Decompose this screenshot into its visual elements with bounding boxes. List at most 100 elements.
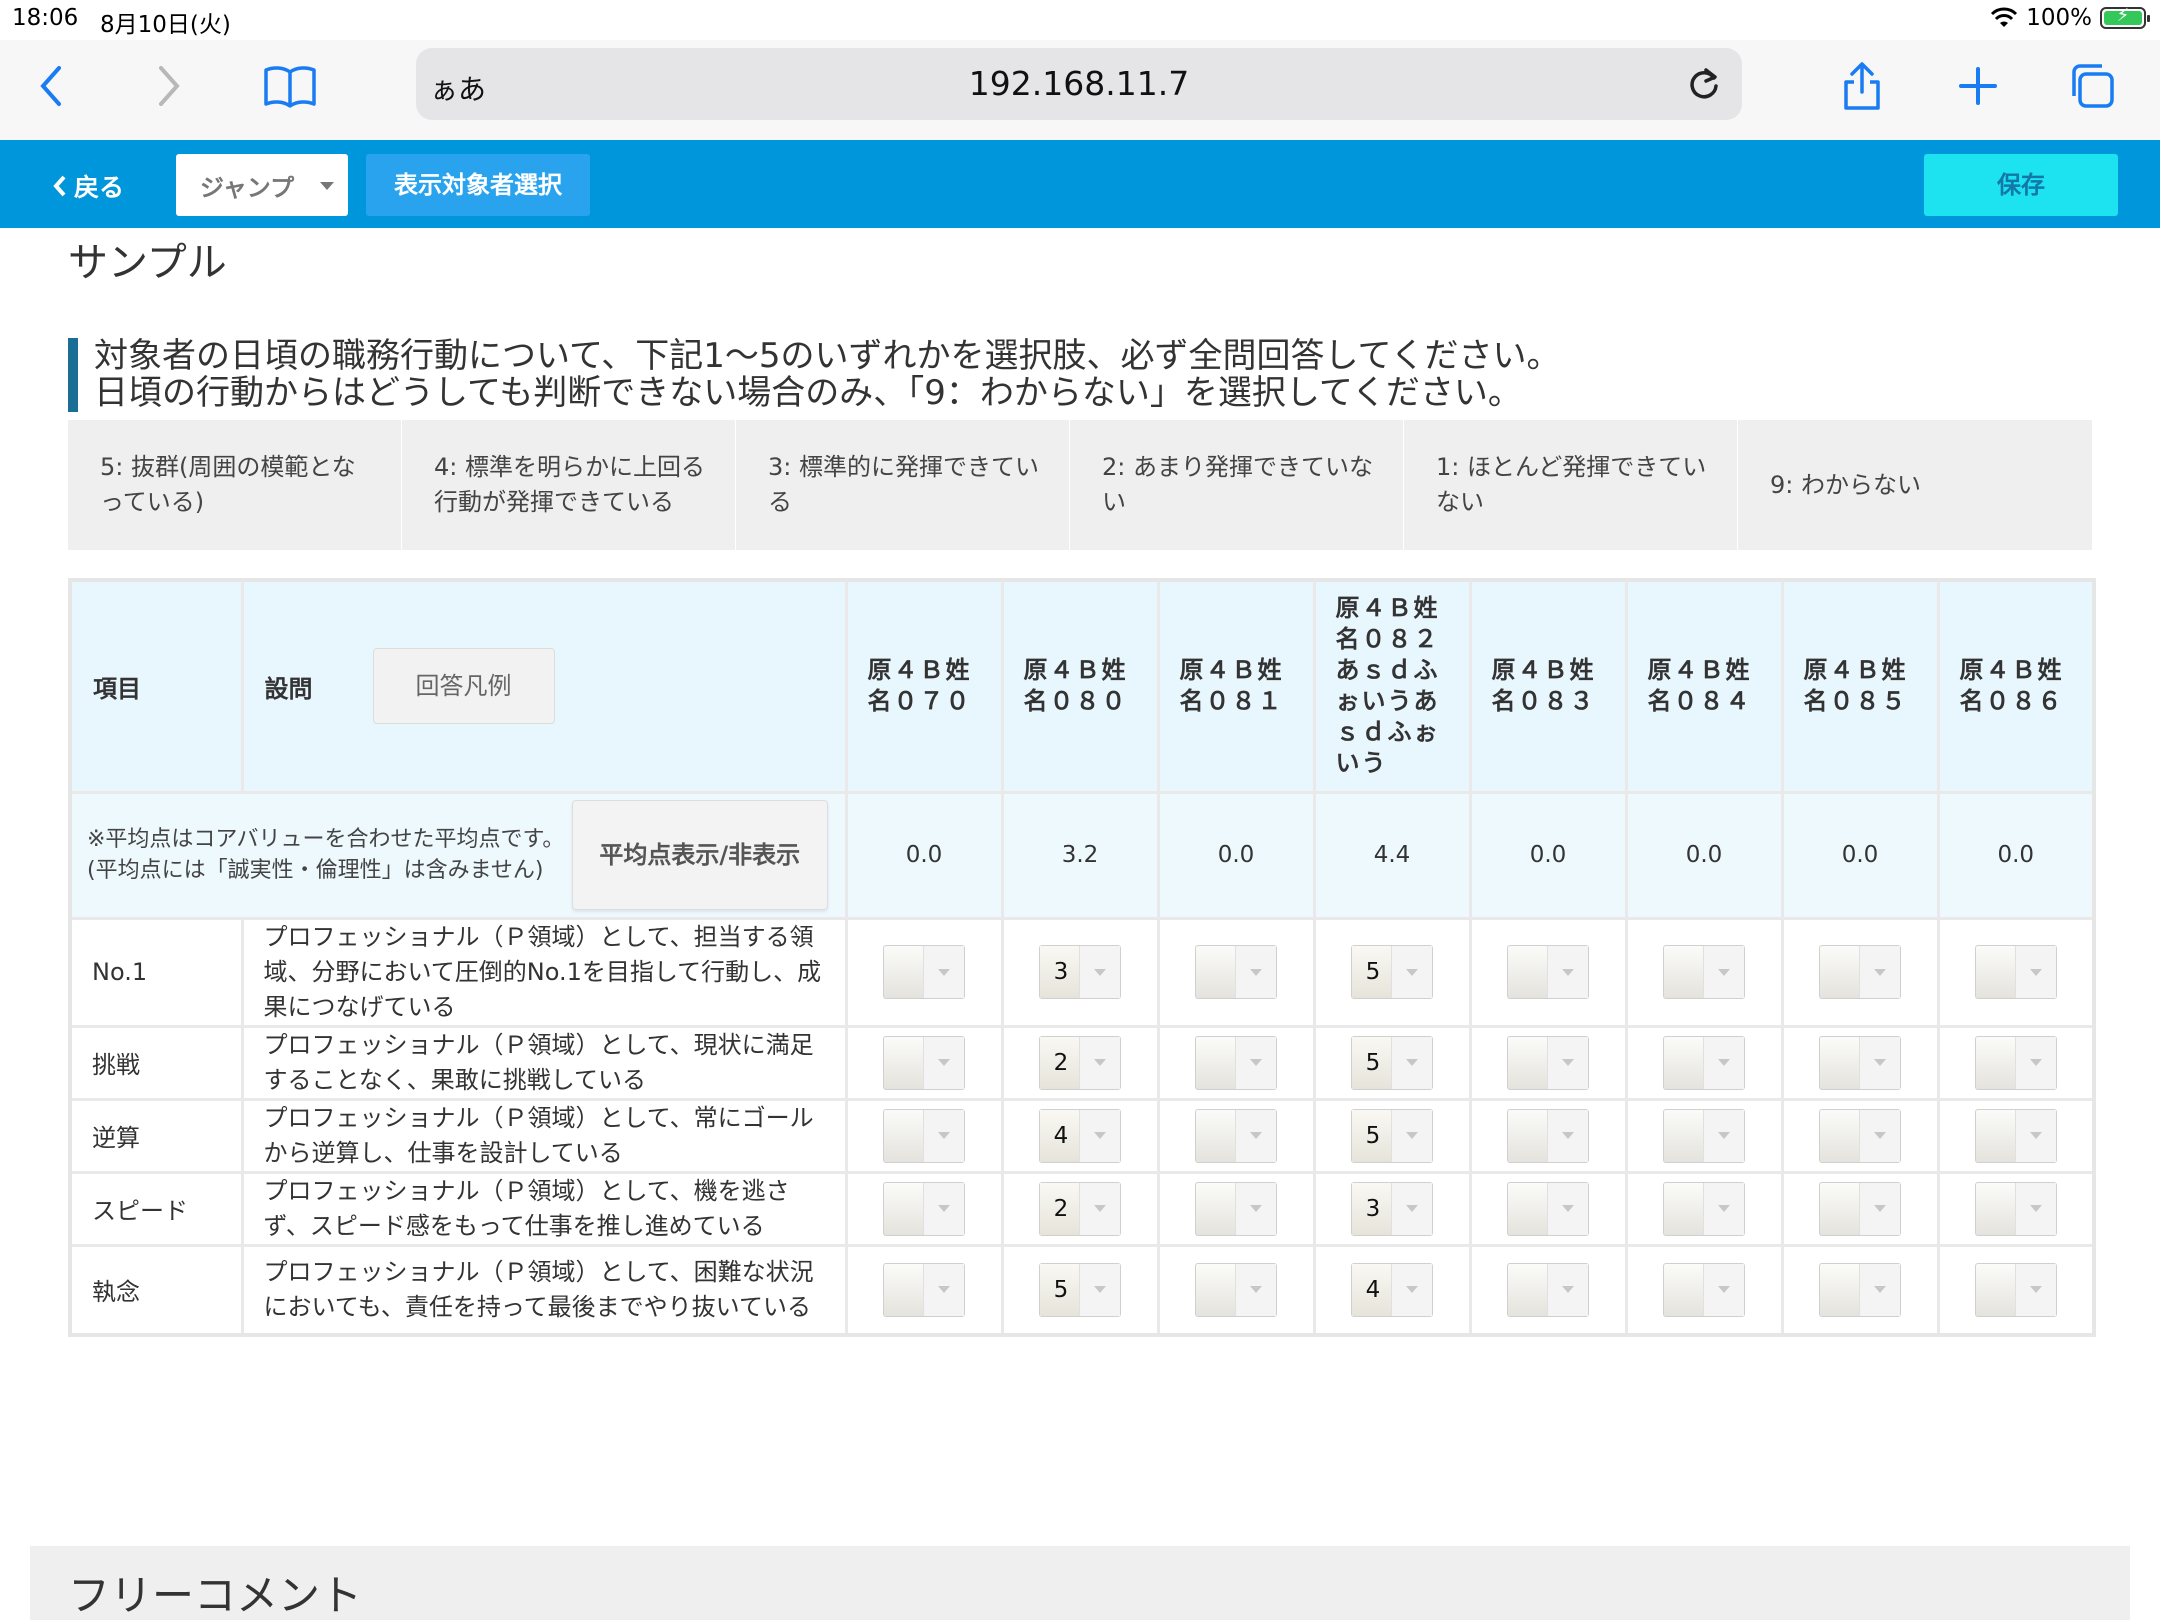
answer-select[interactable] [1974,1181,2057,1236]
scale-legend-item: 1: ほとんど発揮できていない [1404,420,1738,550]
answer-select[interactable] [883,1181,965,1236]
average-toggle-button[interactable]: 平均点表示/非表示 [572,800,828,910]
target-select-button[interactable]: 表示対象者選択 [366,154,590,216]
chevron-down-icon [1703,1182,1744,1235]
answer-legend-button[interactable]: 回答凡例 [372,648,555,725]
answer-value: 5 [1040,1263,1082,1316]
chevron-left-icon [53,175,66,197]
chevron-down-icon [1235,1263,1276,1316]
answer-select[interactable] [1663,1035,1745,1090]
answer-select[interactable]: 5 [1351,1035,1433,1090]
answer-select[interactable] [883,1262,965,1317]
answer-value: 2 [1040,1182,1082,1235]
evaluation-table: 項目 設問 回答凡例 原４Ｂ姓 名０７０ 原４Ｂ姓 名０８０ 原４Ｂ姓 名０８１ 原４… [68,578,2096,1337]
answer-cell [1780,916,1940,1028]
average-score: 0.0 [1780,790,1940,920]
new-tab-plus-icon[interactable] [1950,58,2006,114]
answer-select[interactable]: 4 [1351,1262,1433,1317]
average-score: 0.0 [1936,790,2096,920]
question-text: プロフェッショナル（Ｐ領域）として、機を逃さず、スピード感をもって仕事を推し進め… [240,1170,848,1247]
answer-select[interactable] [1974,1035,2057,1090]
chevron-down-icon [1547,1263,1588,1316]
answer-select[interactable] [1663,1108,1745,1163]
answer-select[interactable] [1663,945,1745,999]
answer-select[interactable] [1507,945,1589,999]
answer-select[interactable] [1195,1181,1277,1236]
answer-select[interactable] [1974,1108,2057,1163]
answer-select[interactable] [1195,1035,1277,1090]
average-score: 0.0 [1156,790,1316,920]
url-text[interactable]: 192.168.11.7 [416,64,1742,103]
chevron-down-icon [1235,1036,1276,1089]
question-row: No.1 プロフェッショナル（Ｐ領域）として、担当する領域、分野において圧倒的No… [68,916,2096,1028]
answer-select[interactable] [1819,1181,1901,1236]
employee-column-header: 原４Ｂ姓 名０８２あｓｄふぉいうあｓｄふぉいう [1312,578,1472,794]
chevron-down-icon [1391,1263,1432,1316]
answer-cell: 2 [1000,1170,1160,1247]
address-bar[interactable]: ぁあ 192.168.11.7 [416,48,1742,120]
answer-select[interactable] [1819,945,1901,999]
item-label: No.1 [68,916,244,1028]
instruction-line-2: 日頃の行動からはどうしても判断できない場合のみ、「9：わからない」を選択してくだ… [94,373,1522,413]
answer-select[interactable] [1819,1108,1901,1163]
average-score: 0.0 [1624,790,1784,920]
answer-cell [1156,1243,1316,1337]
charging-icon: ⚡ [2116,5,2130,26]
free-comment-title: フリーコメント [68,1571,363,1620]
answer-select[interactable]: 3 [1351,1181,1433,1236]
chevron-down-icon [1079,1182,1120,1235]
answer-select[interactable] [883,945,965,999]
reload-icon[interactable] [1684,64,1724,104]
answer-cell: 5 [1312,1097,1472,1174]
back-button[interactable]: 戻る [52,168,124,204]
answer-cell: 5 [1312,1024,1472,1101]
answer-select[interactable] [1195,945,1277,999]
answer-select[interactable] [1663,1262,1745,1317]
answer-select[interactable] [1507,1262,1589,1317]
answer-select[interactable] [883,1035,965,1090]
back-arrow-icon[interactable] [24,58,80,114]
answer-cell: 4 [1312,1243,1472,1337]
scale-legend-item: 9: わからない [1770,470,1921,499]
scale-legend-item: 4: 標準を明らかに上回る行動が発揮できている [402,420,736,550]
answer-select[interactable] [1195,1108,1277,1163]
chevron-down-icon [923,1036,964,1089]
answer-select[interactable]: 5 [1039,1262,1121,1317]
answer-select[interactable] [1819,1035,1901,1090]
jump-dropdown[interactable]: ジャンプ [176,154,348,216]
answer-select[interactable] [1819,1262,1901,1317]
answer-select[interactable]: 2 [1039,1181,1121,1236]
answer-select[interactable] [1195,1262,1277,1317]
answer-select[interactable]: 3 [1039,945,1121,999]
answer-select[interactable] [1507,1181,1589,1236]
tabs-overview-icon[interactable] [2064,58,2120,114]
chevron-down-icon [923,1182,964,1235]
chevron-down-icon [1547,946,1588,998]
chevron-down-icon [1391,1109,1432,1162]
chevron-down-icon [1235,946,1276,998]
answer-cell [1936,1024,2096,1101]
forward-arrow-icon[interactable] [140,58,196,114]
answer-select[interactable] [1974,945,2057,999]
answer-cell [1156,1097,1316,1174]
answer-select[interactable]: 5 [1351,945,1433,999]
answer-value: 2 [1040,1036,1082,1089]
chevron-down-icon [1703,946,1744,998]
scale-legend-item: 3: 標準的に発揮できている [736,420,1070,550]
answer-select[interactable]: 5 [1351,1108,1433,1163]
chevron-down-icon [1703,1109,1744,1162]
answer-select[interactable] [883,1108,965,1163]
employee-column-header: 原４Ｂ姓 名０８３ [1468,578,1628,794]
answer-select[interactable] [1663,1181,1745,1236]
bookmarks-icon[interactable] [262,58,318,114]
answer-select[interactable] [1507,1035,1589,1090]
save-button[interactable]: 保存 [1924,154,2118,216]
share-icon[interactable] [1834,58,1890,114]
average-score: 4.4 [1312,790,1472,920]
answer-select[interactable] [1974,1262,2057,1317]
answer-cell [1468,1243,1628,1337]
answer-cell [1936,1243,2096,1337]
answer-select[interactable]: 4 [1039,1108,1121,1163]
answer-select[interactable] [1507,1108,1589,1163]
answer-select[interactable]: 2 [1039,1035,1121,1090]
